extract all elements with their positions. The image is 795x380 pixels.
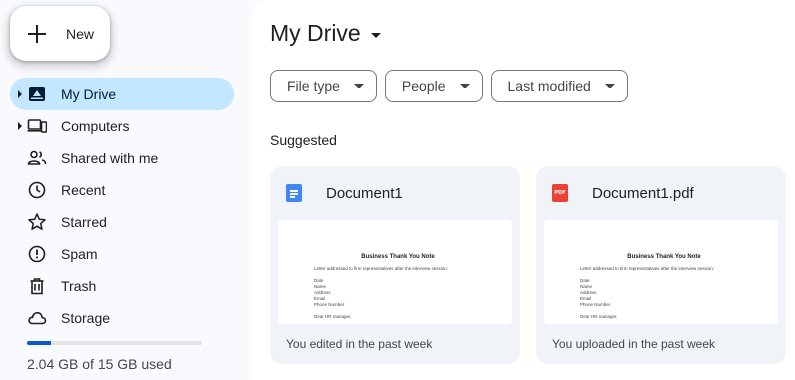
suggested-file-card[interactable]: Document1 Business Thank You Note Letter… <box>270 166 520 364</box>
shared-icon <box>27 150 47 165</box>
dropdown-arrow-icon <box>459 83 470 89</box>
sidebar-item-label: Storage <box>61 310 111 326</box>
sidebar-item-my-drive[interactable]: My Drive <box>10 78 234 110</box>
card-header: Document1 <box>286 184 403 202</box>
sidebar-item-trash[interactable]: Trash <box>10 270 234 302</box>
computers-icon <box>27 119 47 133</box>
sidebar-item-spam[interactable]: Spam <box>10 238 234 270</box>
sidebar-nav: My Drive Computers Shared with me Recent… <box>10 78 234 334</box>
suggested-file-card[interactable]: PDF Document1.pdf Business Thank You Not… <box>536 166 786 364</box>
filter-label: People <box>401 78 446 94</box>
filter-last-modified[interactable]: Last modified <box>490 70 628 102</box>
file-name: Document1 <box>326 184 403 202</box>
suggested-heading: Suggested <box>270 132 337 148</box>
new-button[interactable]: New <box>10 6 110 61</box>
expand-caret-icon[interactable] <box>15 121 25 131</box>
sidebar-item-label: Spam <box>61 246 98 262</box>
storage-usage-text: 2.04 GB of 15 GB used <box>27 356 172 372</box>
pdf-icon: PDF <box>552 184 568 202</box>
sidebar-item-label: Starred <box>61 214 107 230</box>
preview-title: Business Thank You Note <box>361 254 435 260</box>
preview-line <box>580 320 748 324</box>
expand-caret-icon[interactable] <box>15 89 25 99</box>
my-drive-icon <box>29 87 45 101</box>
google-docs-icon <box>286 184 302 202</box>
sidebar-item-shared-with-me[interactable]: Shared with me <box>10 142 234 174</box>
sidebar-item-label: Trash <box>61 278 97 294</box>
sidebar-item-label: My Drive <box>61 86 117 102</box>
filter-label: Last modified <box>507 78 591 94</box>
star-icon <box>28 213 46 230</box>
sidebar-item-storage[interactable]: Storage <box>10 302 234 334</box>
cloud-icon <box>28 311 47 325</box>
sidebar-item-computers[interactable]: Computers <box>10 110 234 142</box>
preview-body: Letter addressed to firm representatives… <box>314 266 482 324</box>
filter-file-type[interactable]: File type <box>270 70 377 102</box>
storage-bar-fill <box>27 341 51 345</box>
spam-icon <box>28 245 46 263</box>
sidebar: New My Drive Computers Shared with me Re… <box>0 0 250 380</box>
storage-bar <box>27 341 202 345</box>
file-preview: Business Thank You Note Letter addressed… <box>544 220 778 324</box>
plus-icon <box>26 23 48 45</box>
dropdown-arrow-icon <box>353 83 364 89</box>
dropdown-arrow-icon <box>370 32 381 39</box>
trash-icon <box>30 278 44 295</box>
file-preview: Business Thank You Note Letter addressed… <box>278 220 512 324</box>
sidebar-item-recent[interactable]: Recent <box>10 174 234 206</box>
card-header: PDF Document1.pdf <box>552 184 694 202</box>
file-name: Document1.pdf <box>592 184 694 202</box>
filter-label: File type <box>287 78 340 94</box>
sidebar-item-label: Computers <box>61 118 130 134</box>
file-activity: You edited in the past week <box>286 337 433 351</box>
file-activity: You uploaded in the past week <box>552 337 716 351</box>
page-title-dropdown[interactable]: My Drive <box>270 20 381 47</box>
sidebar-item-label: Recent <box>61 182 106 198</box>
preview-title: Business Thank You Note <box>627 254 701 260</box>
dropdown-arrow-icon <box>604 83 615 89</box>
new-button-label: New <box>66 25 95 42</box>
sidebar-item-label: Shared with me <box>61 150 159 166</box>
preview-body: Letter addressed to firm representatives… <box>580 266 748 324</box>
sidebar-item-starred[interactable]: Starred <box>10 206 234 238</box>
filter-people[interactable]: People <box>384 70 483 102</box>
main-content: My Drive File type People Last modified … <box>251 0 795 380</box>
page-title: My Drive <box>270 20 361 46</box>
clock-icon <box>28 181 46 199</box>
preview-line <box>314 320 482 324</box>
filter-chips: File type People Last modified <box>270 70 628 102</box>
